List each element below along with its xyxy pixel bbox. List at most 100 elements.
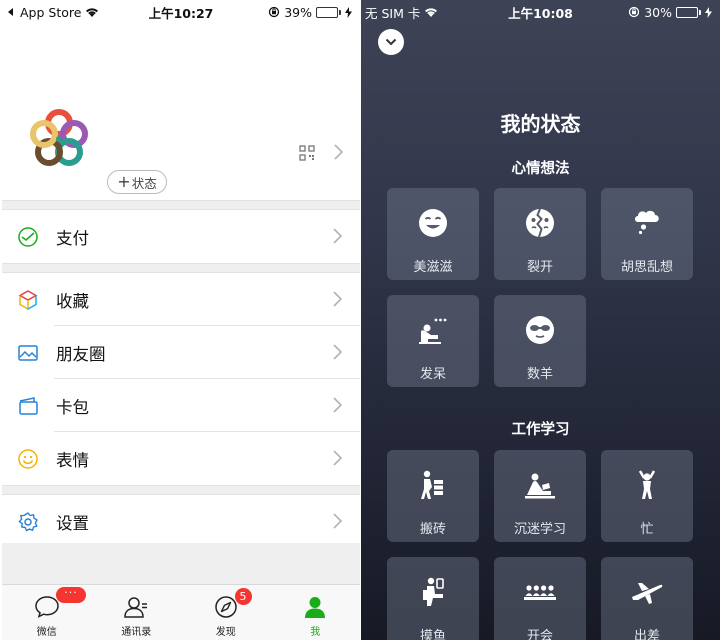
unread-badge: ··· <box>56 587 86 603</box>
status-button-label: 状态 <box>131 175 157 191</box>
battery-percent: 39% <box>284 4 312 20</box>
carrier-label: 无 SIM 卡 <box>365 5 421 21</box>
status-option-label: 发呆 <box>419 367 446 382</box>
tab-label: 我 <box>310 627 321 638</box>
study-icon <box>525 473 555 499</box>
status-option-label: 数羊 <box>526 367 553 382</box>
cracked-face-icon <box>526 208 554 238</box>
menu-label: 设置 <box>56 513 89 533</box>
chat-bubble-icon <box>34 596 59 618</box>
smile-face-icon <box>419 209 447 237</box>
tab-chats[interactable]: 微信 ··· <box>2 585 92 640</box>
battery-icon <box>316 6 341 18</box>
chevron-right-icon <box>333 397 342 413</box>
status-option-studying[interactable]: 沉迷学习 <box>494 450 586 542</box>
menu-label: 支付 <box>56 228 89 248</box>
section-title-mood: 心情想法 <box>511 161 570 177</box>
chevron-right-icon <box>333 450 342 466</box>
chevron-right-icon[interactable] <box>334 144 343 160</box>
menu-item-moments[interactable]: 朋友圈 <box>2 326 360 379</box>
status-bar: 无 SIM 卡 上午10:08 30% <box>361 0 720 24</box>
section-gap <box>2 200 360 210</box>
status-option-overthinking[interactable]: 胡思乱想 <box>601 188 693 280</box>
add-status-button[interactable]: + 状态 <box>107 170 167 194</box>
section-title-work-study: 工作学习 <box>511 422 570 438</box>
tab-bar: 微信 ··· 通讯录 5 发现 我 <box>2 584 360 640</box>
tab-label: 发现 <box>215 627 236 638</box>
status-option-busy[interactable]: 忙 <box>601 450 693 542</box>
chevron-right-icon <box>333 513 342 529</box>
chevron-right-icon <box>333 228 342 244</box>
status-option-happy[interactable]: 美滋滋 <box>387 188 479 280</box>
tab-me[interactable]: 我 <box>271 585 361 640</box>
status-option-label: 胡思乱想 <box>620 260 673 275</box>
charging-bolt-icon <box>345 6 352 18</box>
chevron-down-icon <box>385 38 397 46</box>
status-option-label: 忙 <box>640 522 654 537</box>
wifi-icon <box>425 7 438 17</box>
battery-icon <box>676 6 701 18</box>
tab-discover[interactable]: 发现 <box>181 585 271 640</box>
menu-item-stickers[interactable]: 表情 <box>2 432 360 485</box>
rotation-lock-icon <box>629 6 640 18</box>
status-option-label: 美滋滋 <box>413 260 453 275</box>
status-picker-screen: 无 SIM 卡 上午10:08 30% 我的状态 心情想法 美滋滋 裂开 胡思乱… <box>361 0 720 640</box>
moments-picture-icon <box>18 344 38 361</box>
status-option-counting-sheep[interactable]: 数羊 <box>494 295 586 387</box>
status-option-label: 开会 <box>526 629 553 640</box>
contacts-icon <box>124 597 148 618</box>
qr-code-icon[interactable] <box>299 145 315 161</box>
airplane-icon <box>632 583 663 604</box>
status-option-label: 摸鱼 <box>419 629 446 640</box>
status-option-cracked[interactable]: 裂开 <box>494 188 586 280</box>
collapse-button[interactable] <box>378 29 404 55</box>
status-option-daze[interactable]: 发呆 <box>387 295 479 387</box>
battery-percent: 30% <box>644 4 672 20</box>
profile-header[interactable]: + 状态 <box>2 24 360 200</box>
compass-icon <box>215 596 237 618</box>
tab-label: 通讯录 <box>121 627 152 638</box>
settings-gear-icon <box>18 511 38 531</box>
menu-item-card-wallet[interactable]: 卡包 <box>2 379 360 432</box>
card-wallet-icon <box>19 396 38 415</box>
section-gap <box>2 485 360 495</box>
back-arrow-icon[interactable] <box>6 7 16 17</box>
daze-icon <box>419 318 447 344</box>
menu-label: 朋友圈 <box>56 344 106 364</box>
chevron-right-icon <box>333 291 342 307</box>
wechat-pay-icon <box>18 226 38 247</box>
menu-item-settings[interactable]: 设置 <box>2 495 360 548</box>
status-option-meeting[interactable]: 开会 <box>494 557 586 640</box>
menu-label: 收藏 <box>56 291 89 311</box>
menu-label: 表情 <box>56 450 89 470</box>
meeting-people-icon <box>524 585 556 600</box>
status-option-slacking[interactable]: 摸鱼 <box>387 557 479 640</box>
menu-item-pay[interactable]: 支付 <box>2 210 360 263</box>
avatar[interactable] <box>28 108 90 170</box>
status-option-label: 沉迷学习 <box>513 522 566 537</box>
menu-label: 卡包 <box>56 397 89 417</box>
favorites-cube-icon <box>18 289 38 310</box>
emoji-smile-icon <box>18 448 38 469</box>
rotation-lock-icon <box>269 6 280 18</box>
tab-label: 微信 <box>36 627 57 638</box>
charging-bolt-icon <box>705 6 712 18</box>
chevron-right-icon <box>333 344 342 360</box>
status-option-label: 搬砖 <box>419 522 446 537</box>
menu-item-favorites[interactable]: 收藏 <box>2 273 360 326</box>
status-bar: App Store 上午10:27 39% <box>2 0 360 24</box>
thought-cloud-icon <box>635 210 659 235</box>
back-app-label[interactable]: App Store <box>20 5 81 20</box>
status-option-carry-bricks[interactable]: 搬砖 <box>387 450 479 542</box>
status-option-business-trip[interactable]: 出差 <box>601 557 693 640</box>
page-title: 我的状态 <box>500 112 581 136</box>
wechat-me-screen: App Store 上午10:27 39% + 状态 支付 收藏 朋友圈 卡包 … <box>2 0 360 640</box>
sleep-mask-face-icon <box>526 316 554 344</box>
carry-bricks-icon <box>421 470 443 499</box>
empty-background <box>2 543 360 584</box>
section-gap <box>2 263 360 273</box>
busy-person-icon <box>638 470 656 499</box>
wifi-icon <box>86 7 99 17</box>
tab-contacts[interactable]: 通讯录 5 <box>92 585 252 640</box>
me-person-icon <box>305 597 326 618</box>
